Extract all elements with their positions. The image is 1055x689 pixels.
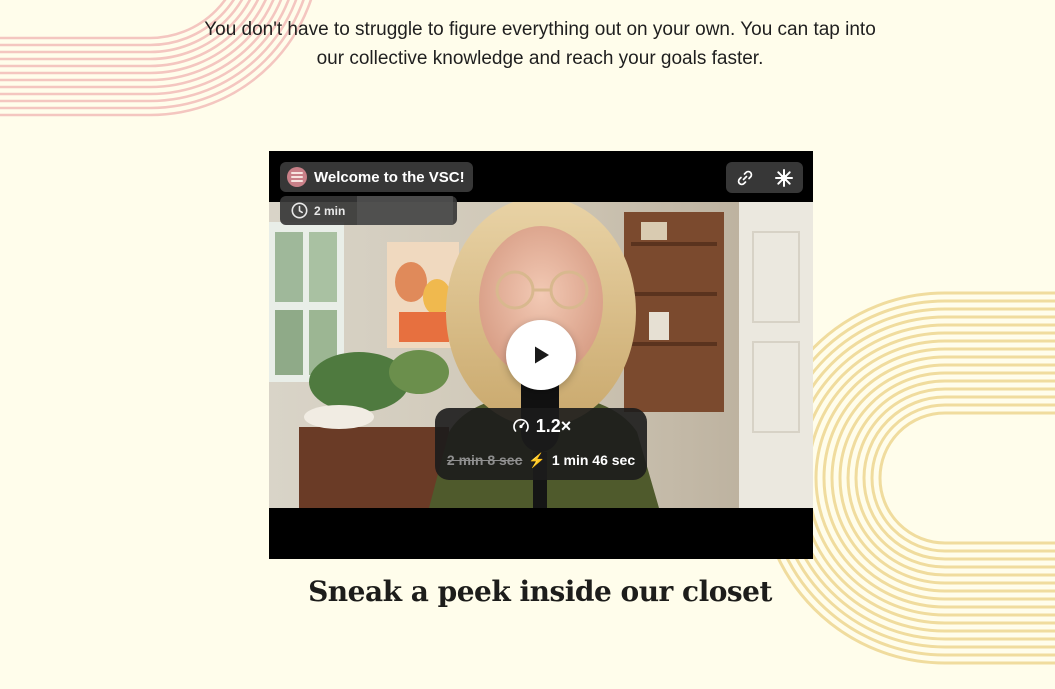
faster-duration: 1 min 46 sec [551, 452, 636, 468]
video-title-pill[interactable]: Welcome to the VSC! [280, 162, 473, 192]
section-heading: Sneak a peek inside our closet [308, 575, 772, 608]
play-icon [535, 346, 549, 364]
speed-row: 1.2× [435, 415, 647, 437]
speed-icon [512, 418, 529, 432]
duration-progress-track [357, 196, 454, 225]
video-player[interactable]: Welcome to the VSC! 2 min 1.2× 2 min 8 s… [269, 151, 813, 559]
link-icon[interactable] [734, 167, 756, 189]
bolt-icon: ⚡ [528, 451, 546, 468]
playback-speed: 1.2× [535, 415, 572, 436]
speed-card[interactable]: 1.2× 2 min 8 sec ⚡ 1 min 46 sec [435, 408, 647, 480]
duration-pill: 2 min [280, 196, 457, 225]
sparkle-icon[interactable] [773, 167, 795, 189]
original-duration: 2 min 8 sec [446, 452, 523, 468]
video-actions [726, 162, 803, 193]
video-title: Welcome to the VSC! [314, 168, 465, 186]
intro-text: You don't have to struggle to figure eve… [204, 19, 876, 69]
channel-avatar [287, 167, 307, 187]
clock-icon [291, 202, 308, 219]
video-duration: 2 min [314, 203, 346, 218]
play-button[interactable] [506, 320, 576, 390]
time-comparison: 2 min 8 sec ⚡ 1 min 46 sec [435, 450, 647, 470]
